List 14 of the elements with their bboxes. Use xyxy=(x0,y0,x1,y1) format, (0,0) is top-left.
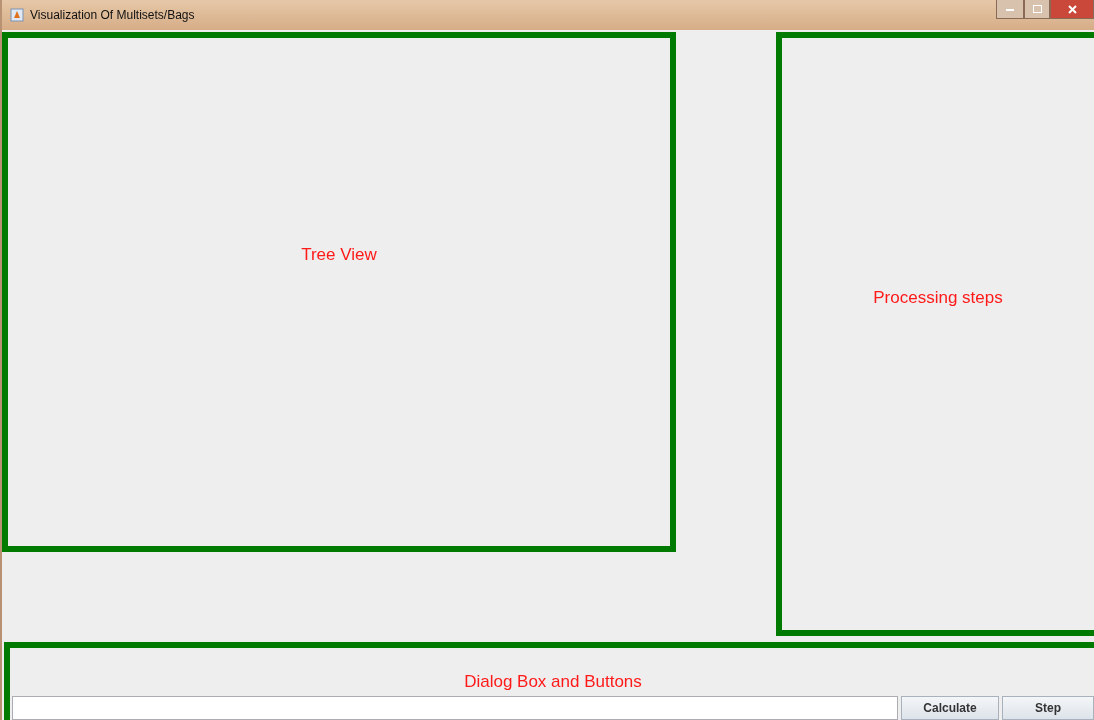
panel-label: Processing steps xyxy=(873,288,1003,308)
calculate-button[interactable]: Calculate xyxy=(901,696,999,720)
maximize-icon xyxy=(1032,5,1042,13)
close-icon xyxy=(1067,4,1077,14)
input-field[interactable] xyxy=(12,696,898,720)
app-icon xyxy=(10,8,24,22)
panel-label: Dialog Box and Buttons xyxy=(464,672,642,692)
step-button[interactable]: Step xyxy=(1002,696,1094,720)
minimize-icon xyxy=(1006,6,1014,12)
maximize-button[interactable] xyxy=(1024,0,1050,19)
minimize-button[interactable] xyxy=(996,0,1024,19)
close-button[interactable] xyxy=(1050,0,1094,19)
window-title: Visualization Of Multisets/Bags xyxy=(30,8,195,22)
panel-label: Tree View xyxy=(301,245,377,265)
